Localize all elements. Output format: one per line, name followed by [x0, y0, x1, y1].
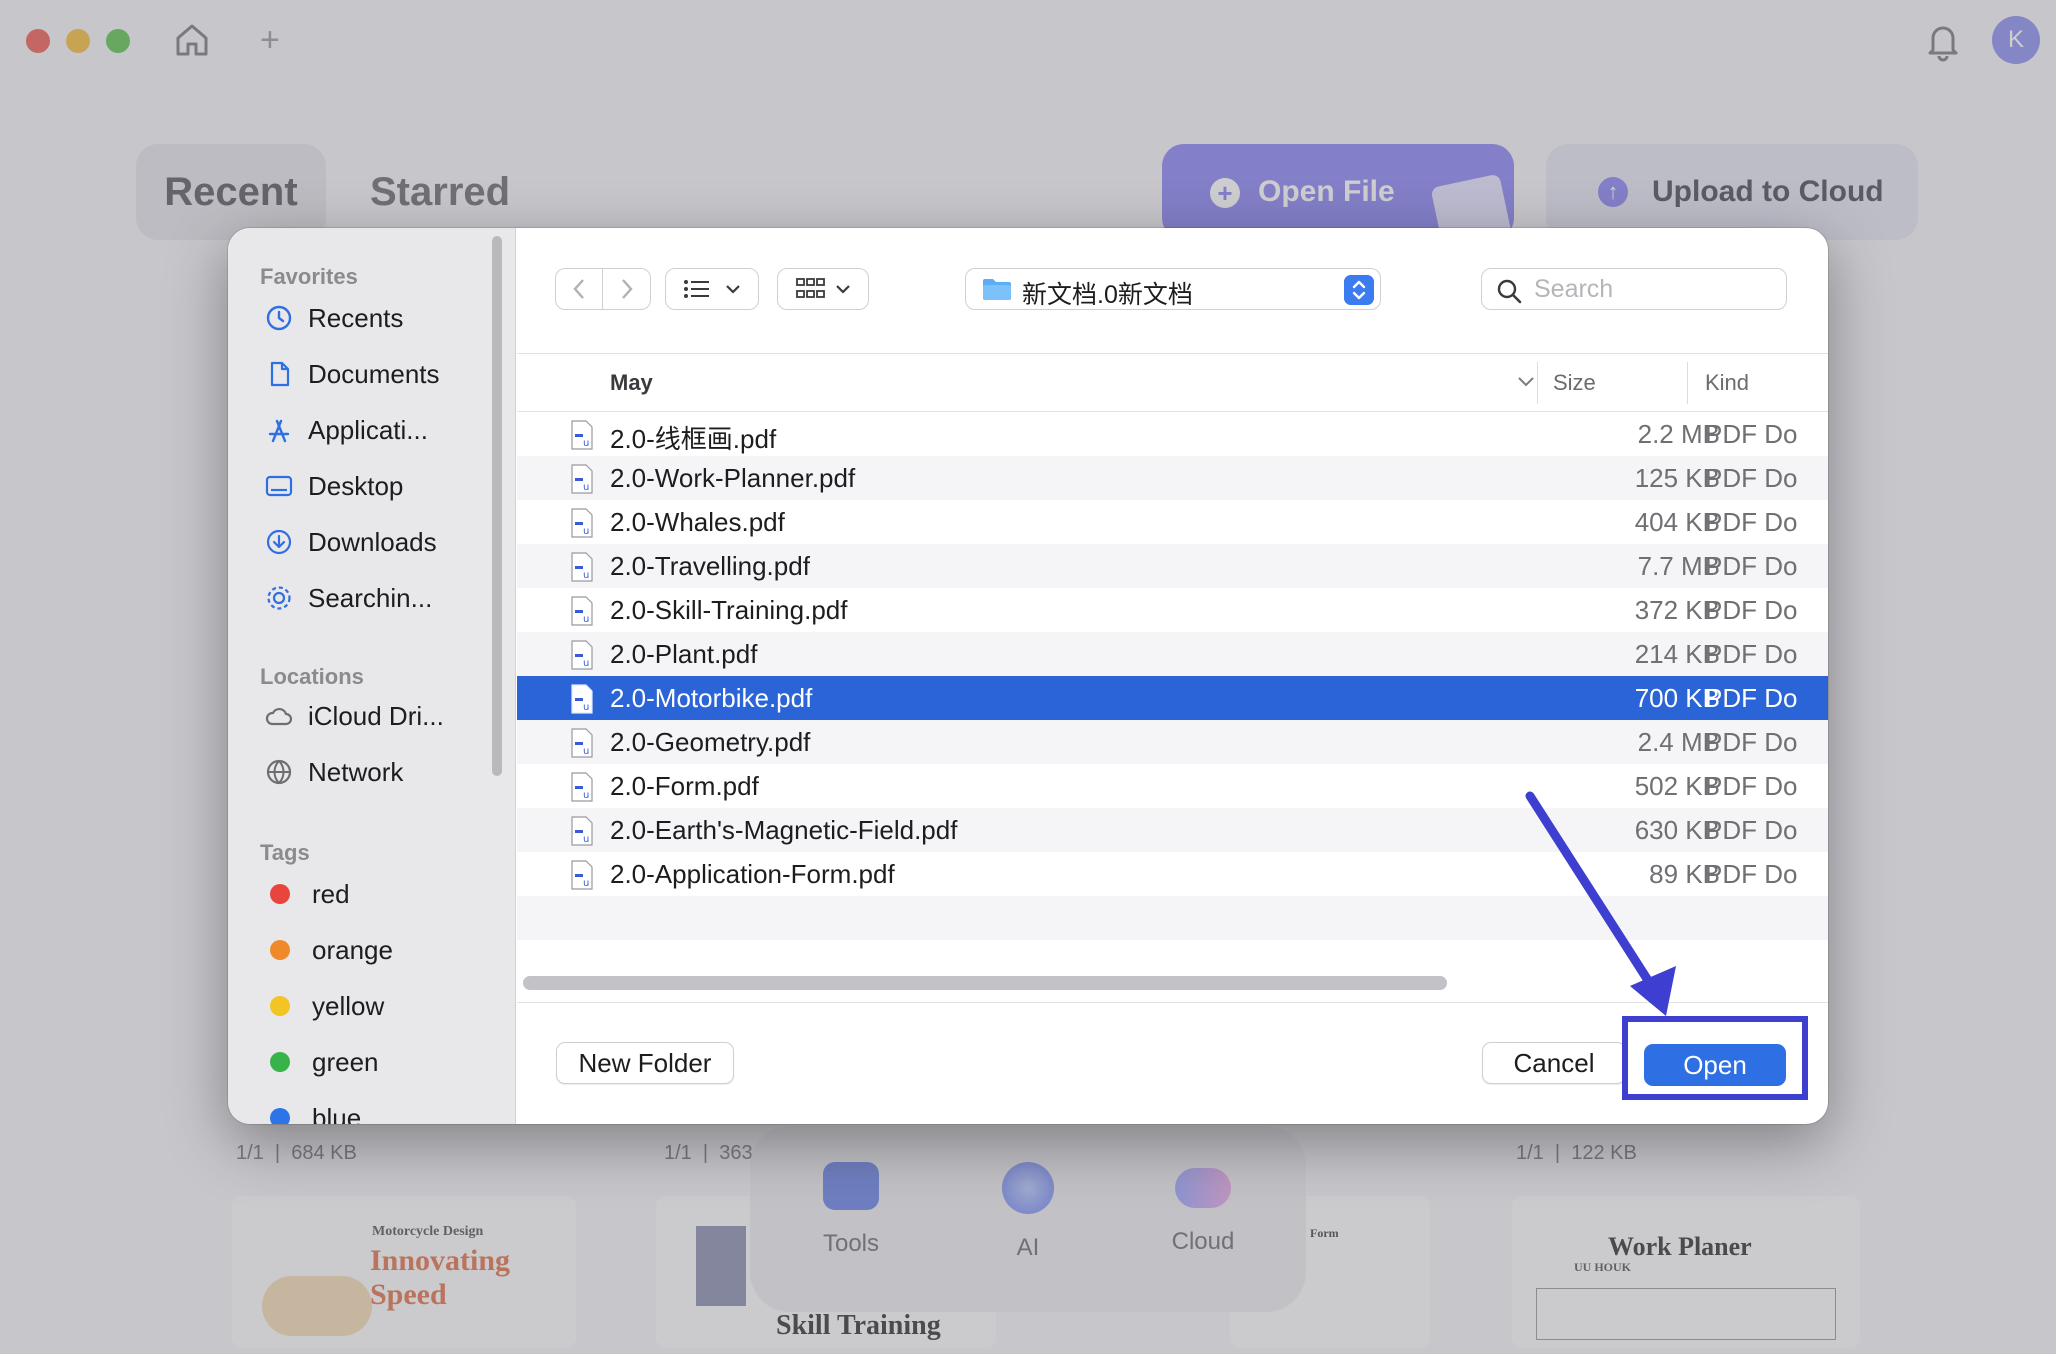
column-name-header[interactable]: May	[610, 370, 653, 396]
svg-text:u: u	[583, 438, 589, 449]
favorites-header: Favorites	[260, 264, 358, 289]
pdf-file-icon: u	[571, 420, 593, 450]
svg-text:u: u	[583, 482, 589, 493]
sidebar-tag-blue[interactable]: blue	[264, 1098, 484, 1124]
pdf-file-icon: u	[571, 772, 593, 802]
column-header: May Size Kind	[517, 354, 1828, 412]
file-row[interactable]: u 2.0-Work-Planner.pdf 125 KB PDF Do	[517, 456, 1828, 500]
list-view-button[interactable]	[665, 268, 759, 310]
folder-icon	[983, 279, 1011, 300]
sidebar-tag-green[interactable]: green	[264, 1042, 484, 1082]
desktop-icon	[265, 475, 293, 497]
tag-dot-icon	[270, 1108, 290, 1124]
list-icon	[684, 280, 709, 298]
sidebar-item-network[interactable]: Network	[264, 752, 484, 792]
chevron-down-icon[interactable]	[1517, 376, 1535, 388]
pdf-file-icon: u	[571, 860, 593, 890]
pdf-file-icon: u	[571, 816, 593, 846]
file-row-selected[interactable]: u 2.0-Motorbike.pdf 700 KB PDF Do	[517, 676, 1828, 720]
sidebar-tag-red[interactable]: red	[264, 874, 484, 914]
pdf-file-icon: u	[571, 728, 593, 758]
sidebar-item-recents[interactable]: Recents	[264, 298, 484, 338]
svg-text:u: u	[583, 526, 589, 537]
file-row[interactable]: u 2.0-Geometry.pdf 2.4 MB PDF Do	[517, 720, 1828, 764]
dialog-sidebar: Favorites Recents Documents Applicati...…	[228, 228, 516, 1124]
sidebar-item-icloud[interactable]: iCloud Dri...	[264, 696, 484, 736]
pdf-file-icon: u	[571, 596, 593, 626]
svg-text:u: u	[583, 614, 589, 625]
sidebar-item-searching[interactable]: Searchin...	[264, 578, 484, 618]
tag-dot-icon	[270, 996, 290, 1016]
chevron-right-icon	[621, 279, 633, 299]
tag-dot-icon	[270, 940, 290, 960]
svg-text:u: u	[583, 746, 589, 757]
search-field[interactable]	[1481, 268, 1787, 310]
sidebar-item-desktop[interactable]: Desktop	[264, 466, 484, 506]
svg-text:u: u	[583, 834, 589, 845]
file-row[interactable]: u 2.0-Skill-Training.pdf 372 KB PDF Do	[517, 588, 1828, 632]
tags-header: Tags	[260, 840, 310, 865]
tag-dot-icon	[270, 884, 290, 904]
document-icon	[270, 361, 290, 387]
svg-text:u: u	[583, 658, 589, 669]
pdf-file-icon: u	[571, 508, 593, 538]
sidebar-tag-yellow[interactable]: yellow	[264, 986, 484, 1026]
file-row[interactable]: u 2.0-Travelling.pdf 7.7 MB PDF Do	[517, 544, 1828, 588]
globe-icon	[266, 759, 292, 785]
annotation-arrow-icon	[1525, 791, 1676, 1016]
cancel-button[interactable]: Cancel	[1482, 1042, 1626, 1084]
file-row[interactable]: u 2.0-线框画.pdf 2.2 MB PDF Do	[517, 412, 1828, 456]
sidebar-scrollbar[interactable]	[492, 236, 502, 776]
sidebar-tag-orange[interactable]: orange	[264, 930, 484, 970]
pdf-file-icon: u	[571, 684, 593, 714]
group-view-button[interactable]	[777, 268, 869, 310]
svg-text:u: u	[583, 570, 589, 581]
sidebar-item-documents[interactable]: Documents	[264, 354, 484, 394]
location-label: 新文档.0新文档	[1022, 281, 1193, 309]
location-popup[interactable]: 新文档.0新文档	[965, 268, 1381, 310]
svg-text:u: u	[583, 702, 589, 713]
dialog-toolbar: 新文档.0新文档	[517, 228, 1828, 354]
file-row[interactable]: u 2.0-Plant.pdf 214 KB PDF Do	[517, 632, 1828, 676]
new-folder-button[interactable]: New Folder	[556, 1042, 734, 1084]
column-size-header[interactable]: Size	[1553, 370, 1596, 396]
applications-icon	[268, 419, 290, 443]
file-row[interactable]: u 2.0-Whales.pdf 404 KB PDF Do	[517, 500, 1828, 544]
download-icon	[266, 529, 292, 555]
horizontal-scrollbar[interactable]	[523, 976, 1447, 990]
column-kind-header[interactable]: Kind	[1705, 370, 1749, 396]
locations-header: Locations	[260, 664, 364, 689]
forward-button[interactable]	[603, 268, 651, 310]
sidebar-item-applications[interactable]: Applicati...	[264, 410, 484, 450]
gear-icon	[267, 586, 291, 610]
chevron-down-icon	[836, 285, 850, 294]
clock-icon	[266, 305, 292, 331]
grid-icon	[796, 278, 825, 298]
updown-chevron-icon	[1344, 275, 1374, 305]
sidebar-item-downloads[interactable]: Downloads	[264, 522, 484, 562]
svg-text:u: u	[583, 878, 589, 889]
tag-dot-icon	[270, 1052, 290, 1072]
pdf-file-icon: u	[571, 640, 593, 670]
search-icon	[1497, 279, 1522, 304]
chevron-left-icon	[573, 279, 584, 299]
chevron-down-icon	[726, 285, 740, 294]
column-divider[interactable]	[1687, 362, 1688, 404]
back-button[interactable]	[555, 268, 603, 310]
column-divider[interactable]	[1537, 362, 1538, 404]
svg-text:u: u	[583, 790, 589, 801]
pdf-file-icon: u	[571, 552, 593, 582]
search-input[interactable]	[1534, 273, 1774, 305]
cloud-icon	[265, 707, 293, 726]
pdf-file-icon: u	[571, 464, 593, 494]
